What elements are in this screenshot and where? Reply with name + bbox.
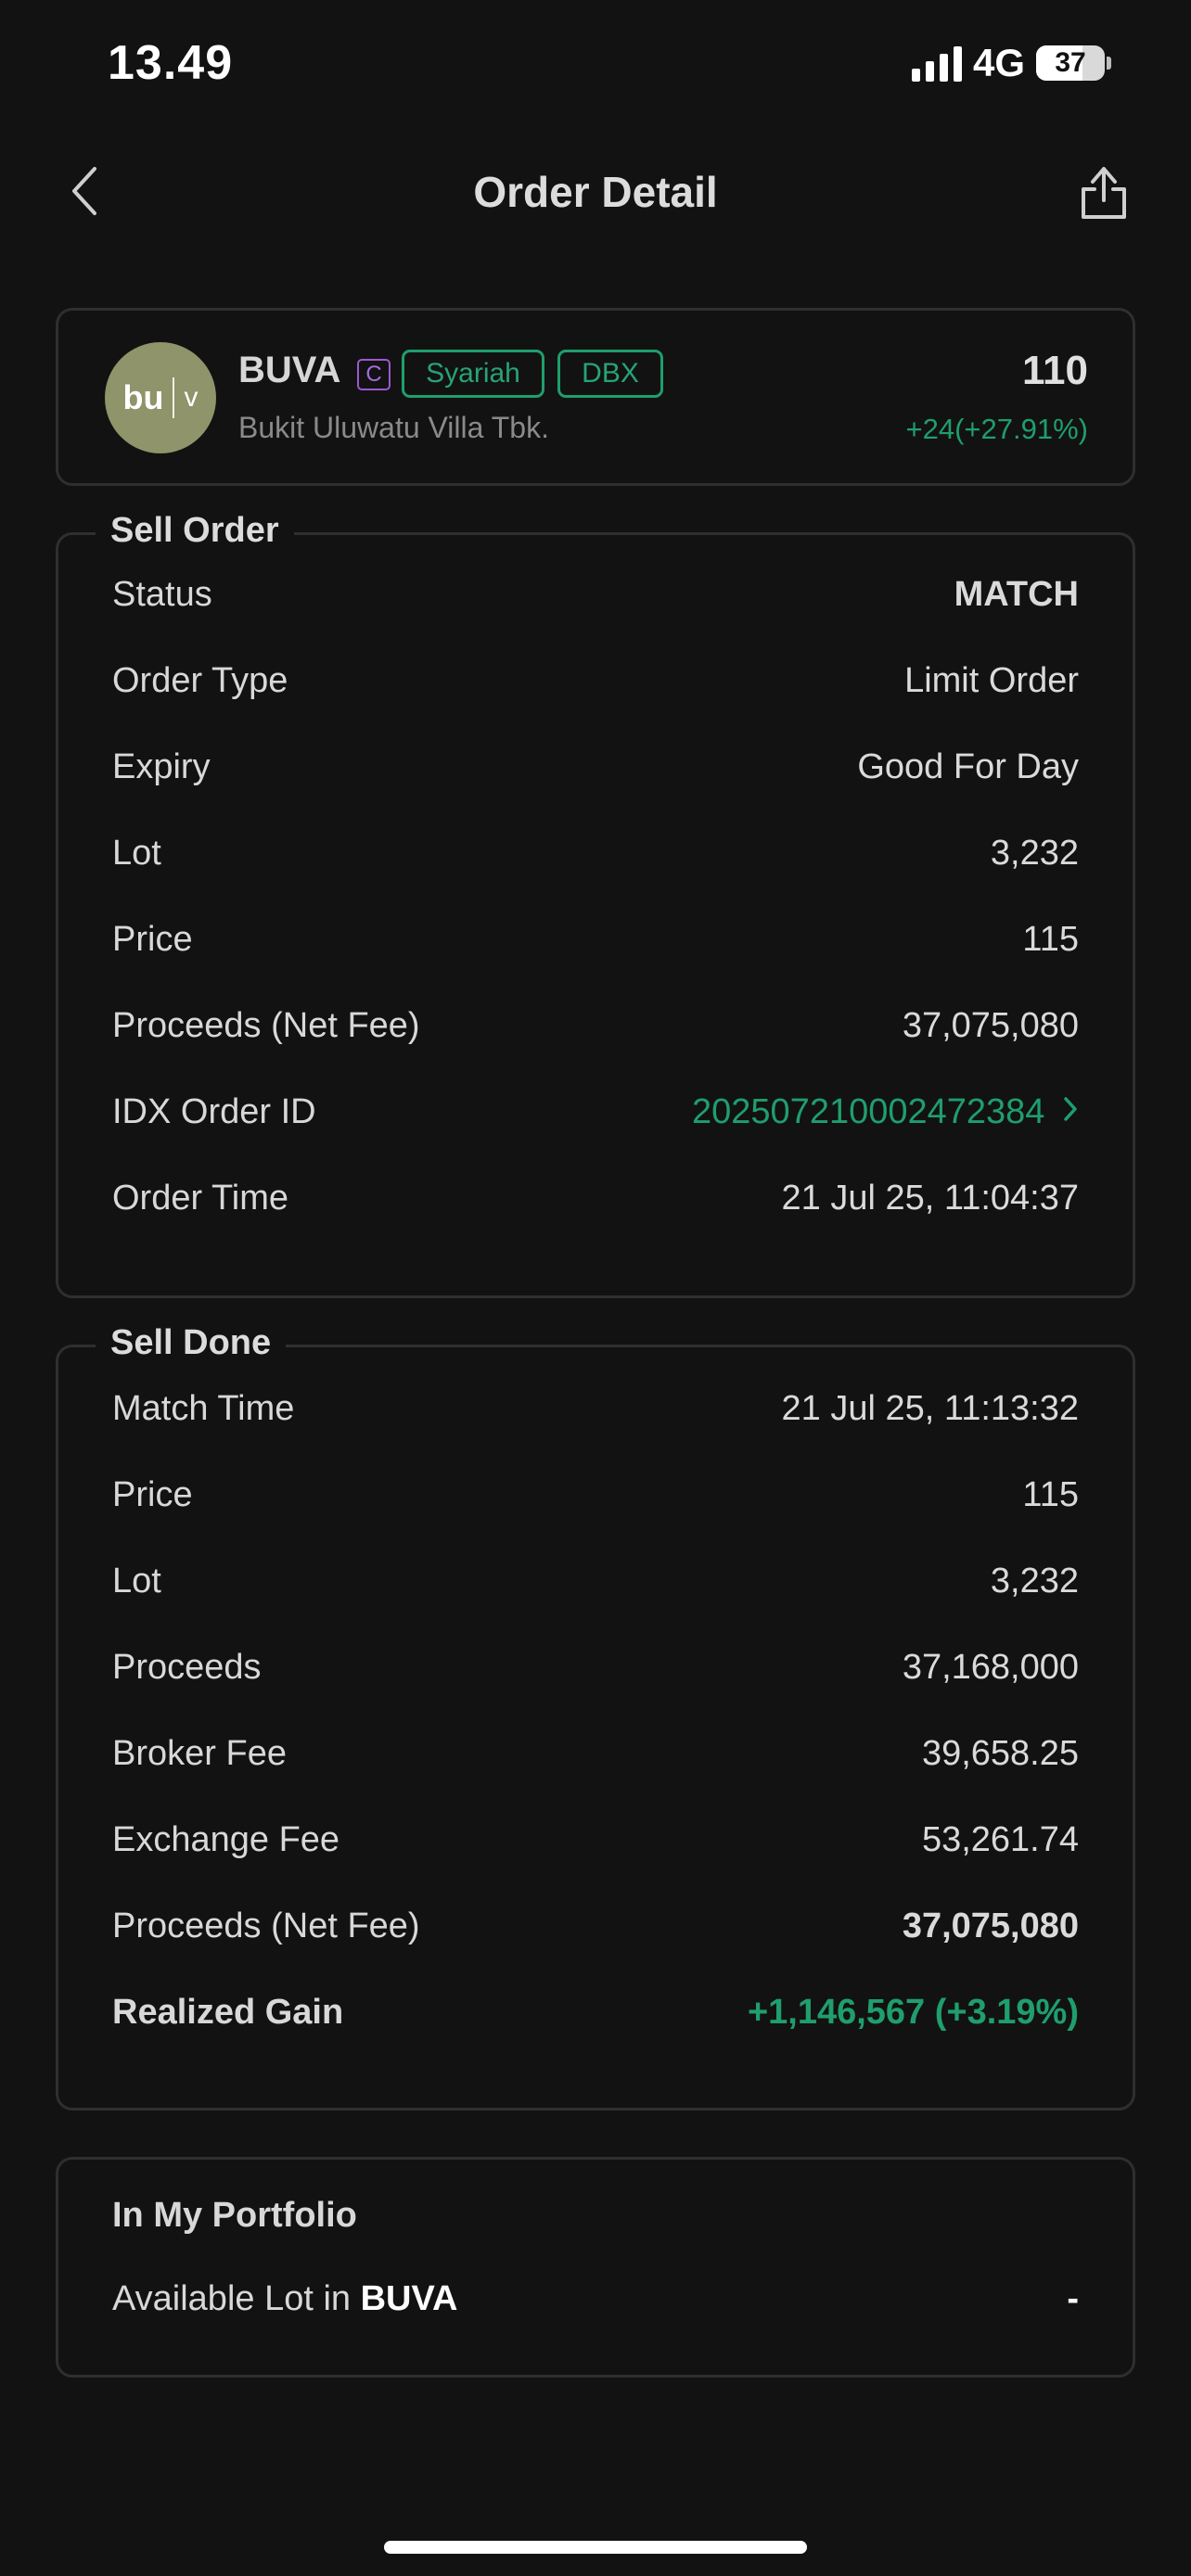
idx-order-id-row[interactable]: IDX Order ID 202507210002472384 xyxy=(112,1084,1079,1140)
idx-order-id-link[interactable]: 202507210002472384 xyxy=(692,1092,1079,1132)
row-value: 39,658.25 xyxy=(921,1733,1079,1773)
row-value: 21 Jul 25, 11:13:32 xyxy=(781,1388,1079,1428)
detail-row: Expiry Good For Day xyxy=(112,739,1079,795)
row-label: Proceeds (Net Fee) xyxy=(112,1005,420,1045)
stock-card[interactable]: bu v BUVA C Syariah DBX Bukit Uluwatu Vi… xyxy=(56,308,1135,486)
available-lot-ticker: BUVA xyxy=(360,2278,458,2318)
section-title: Sell Done xyxy=(96,1323,287,1363)
detail-row: Order Type Limit Order xyxy=(112,653,1079,708)
available-lot-prefix: Available Lot in xyxy=(112,2278,361,2318)
row-value: Good For Day xyxy=(857,746,1079,786)
section-title: Sell Order xyxy=(96,511,294,551)
detail-row: Status MATCH xyxy=(112,567,1079,622)
price-change: +24(+27.91%) xyxy=(905,413,1088,445)
sell-order-section: Sell Order Status MATCH Order Type Limit… xyxy=(56,511,1135,1298)
detail-row: Lot 3,232 xyxy=(112,1553,1079,1609)
signal-icon xyxy=(911,45,962,82)
row-value: 53,261.74 xyxy=(921,1819,1079,1859)
portfolio-title: In My Portfolio xyxy=(112,2195,357,2235)
share-button[interactable] xyxy=(1078,163,1130,221)
status-icons: 4G 37 xyxy=(911,41,1111,85)
row-label: Expiry xyxy=(112,746,211,786)
detail-row: Proceeds (Net Fee) 37,075,080 xyxy=(112,998,1079,1053)
home-indicator[interactable] xyxy=(384,2541,807,2554)
realized-gain-row: Realized Gain +1,146,567 (+3.19%) xyxy=(112,1984,1079,2040)
row-label: Price xyxy=(112,919,193,959)
row-label: Broker Fee xyxy=(112,1733,287,1773)
portfolio-section: In My Portfolio Available Lot in BUVA - xyxy=(56,2157,1135,2378)
row-label: Order Time xyxy=(112,1178,289,1218)
logo-text-left: bu xyxy=(122,378,164,416)
tag-syariah: Syariah xyxy=(402,350,544,398)
row-value: 37,168,000 xyxy=(902,1647,1079,1687)
stock-ticker: BUVA xyxy=(238,350,341,390)
realized-gain-value: +1,146,567 (+3.19%) xyxy=(747,1992,1079,2032)
row-label: Status xyxy=(112,574,212,614)
row-label: Proceeds xyxy=(112,1647,262,1687)
detail-row: Price 115 xyxy=(112,912,1079,967)
row-value: Limit Order xyxy=(904,660,1079,700)
row-value: 3,232 xyxy=(990,833,1079,873)
row-label: Lot xyxy=(112,1561,161,1600)
share-icon xyxy=(1082,167,1126,219)
company-logo: bu v xyxy=(105,342,216,453)
row-label: Match Time xyxy=(112,1388,295,1428)
row-label: Lot xyxy=(112,833,161,873)
net-proceeds-value: 37,075,080 xyxy=(902,1906,1079,1945)
detail-row: Proceeds (Net Fee) 37,075,080 xyxy=(112,1898,1079,1954)
row-label: Proceeds (Net Fee) xyxy=(112,1906,420,1945)
battery-icon: 37 xyxy=(1036,45,1111,81)
row-label: Realized Gain xyxy=(112,1992,344,2032)
network-type: 4G xyxy=(972,41,1025,84)
row-label: Order Type xyxy=(112,660,288,700)
badge-c: C xyxy=(357,359,391,390)
row-label: Exchange Fee xyxy=(112,1819,340,1859)
row-value: 115 xyxy=(1022,919,1079,959)
detail-row: Exchange Fee 53,261.74 xyxy=(112,1812,1079,1868)
stock-price: 110 xyxy=(1022,348,1088,393)
sell-done-section: Sell Done Match Time 21 Jul 25, 11:13:32… xyxy=(56,1323,1135,2111)
row-label: IDX Order ID xyxy=(112,1091,316,1131)
row-value: 115 xyxy=(1022,1474,1079,1514)
status-value: MATCH xyxy=(954,574,1079,614)
company-name: Bukit Uluwatu Villa Tbk. xyxy=(238,411,549,444)
portfolio-title-row: In My Portfolio xyxy=(112,2187,1079,2243)
idx-order-id-value: 202507210002472384 xyxy=(692,1091,1045,1131)
detail-row: Price 115 xyxy=(112,1467,1079,1523)
logo-text-right: v xyxy=(184,382,198,413)
detail-row: Broker Fee 39,658.25 xyxy=(112,1726,1079,1781)
available-lot-label: Available Lot in BUVA xyxy=(112,2279,457,2319)
detail-row: Match Time 21 Jul 25, 11:13:32 xyxy=(112,1381,1079,1436)
status-time: 13.49 xyxy=(108,36,234,90)
row-value: 37,075,080 xyxy=(902,1005,1079,1045)
page-title: Order Detail xyxy=(473,168,718,216)
battery-level: 37 xyxy=(1055,47,1086,78)
detail-row: Proceeds 37,168,000 xyxy=(112,1639,1079,1695)
detail-row: Order Time 21 Jul 25, 11:04:37 xyxy=(112,1170,1079,1226)
available-lot-value: - xyxy=(1067,2278,1079,2318)
row-value: 21 Jul 25, 11:04:37 xyxy=(781,1178,1079,1218)
detail-row: Lot 3,232 xyxy=(112,825,1079,881)
row-value: 3,232 xyxy=(990,1561,1079,1600)
tag-dbx: DBX xyxy=(557,350,663,398)
chevron-right-icon xyxy=(1064,1096,1077,1121)
row-label: Price xyxy=(112,1474,193,1514)
available-lot-row: Available Lot in BUVA - xyxy=(112,2271,1079,2327)
